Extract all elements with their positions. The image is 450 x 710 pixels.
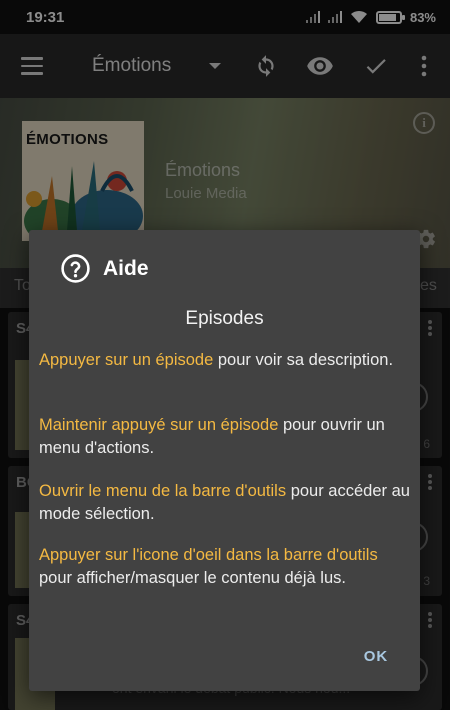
help-text: pour voir sa description. — [213, 351, 394, 369]
help-highlight: Appuyer sur l'icone d'oeil dans la barre… — [39, 546, 378, 564]
help-paragraph-4: Appuyer sur l'icone d'oeil dans la barre… — [39, 544, 415, 590]
help-text: pour afficher/masquer le contenu déjà lu… — [39, 569, 346, 587]
help-highlight: Ouvrir le menu de la barre d'outils — [39, 482, 287, 500]
help-icon — [61, 254, 90, 283]
help-paragraph-3: Ouvrir le menu de la barre d'outils pour… — [39, 480, 415, 526]
help-dialog: Aide Episodes Appuyer sur un épisode pou… — [29, 230, 420, 691]
help-highlight: Maintenir appuyé sur un épisode — [39, 416, 279, 434]
help-paragraph-1: Appuyer sur un épisode pour voir sa desc… — [39, 349, 415, 372]
dialog-header: Aide — [60, 253, 149, 284]
dialog-title: Aide — [103, 256, 149, 280]
help-paragraph-2: Maintenir appuyé sur un épisode pour ouv… — [39, 414, 415, 460]
ok-button[interactable]: OK — [351, 644, 401, 670]
help-highlight: Appuyer sur un épisode — [39, 351, 214, 369]
dialog-subtitle: Episodes — [185, 308, 264, 329]
